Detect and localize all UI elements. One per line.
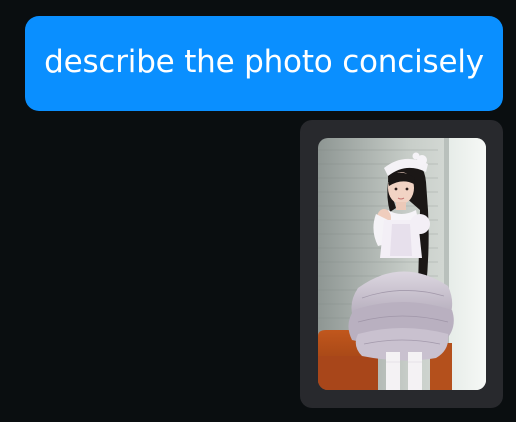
image-attachment-card[interactable] (300, 120, 503, 408)
user-message-text: describe the photo concisely (44, 43, 484, 80)
chat-thread: describe the photo concisely (0, 0, 516, 422)
photo-thumbnail[interactable] (318, 138, 486, 390)
user-message-bubble[interactable]: describe the photo concisely (25, 16, 503, 111)
